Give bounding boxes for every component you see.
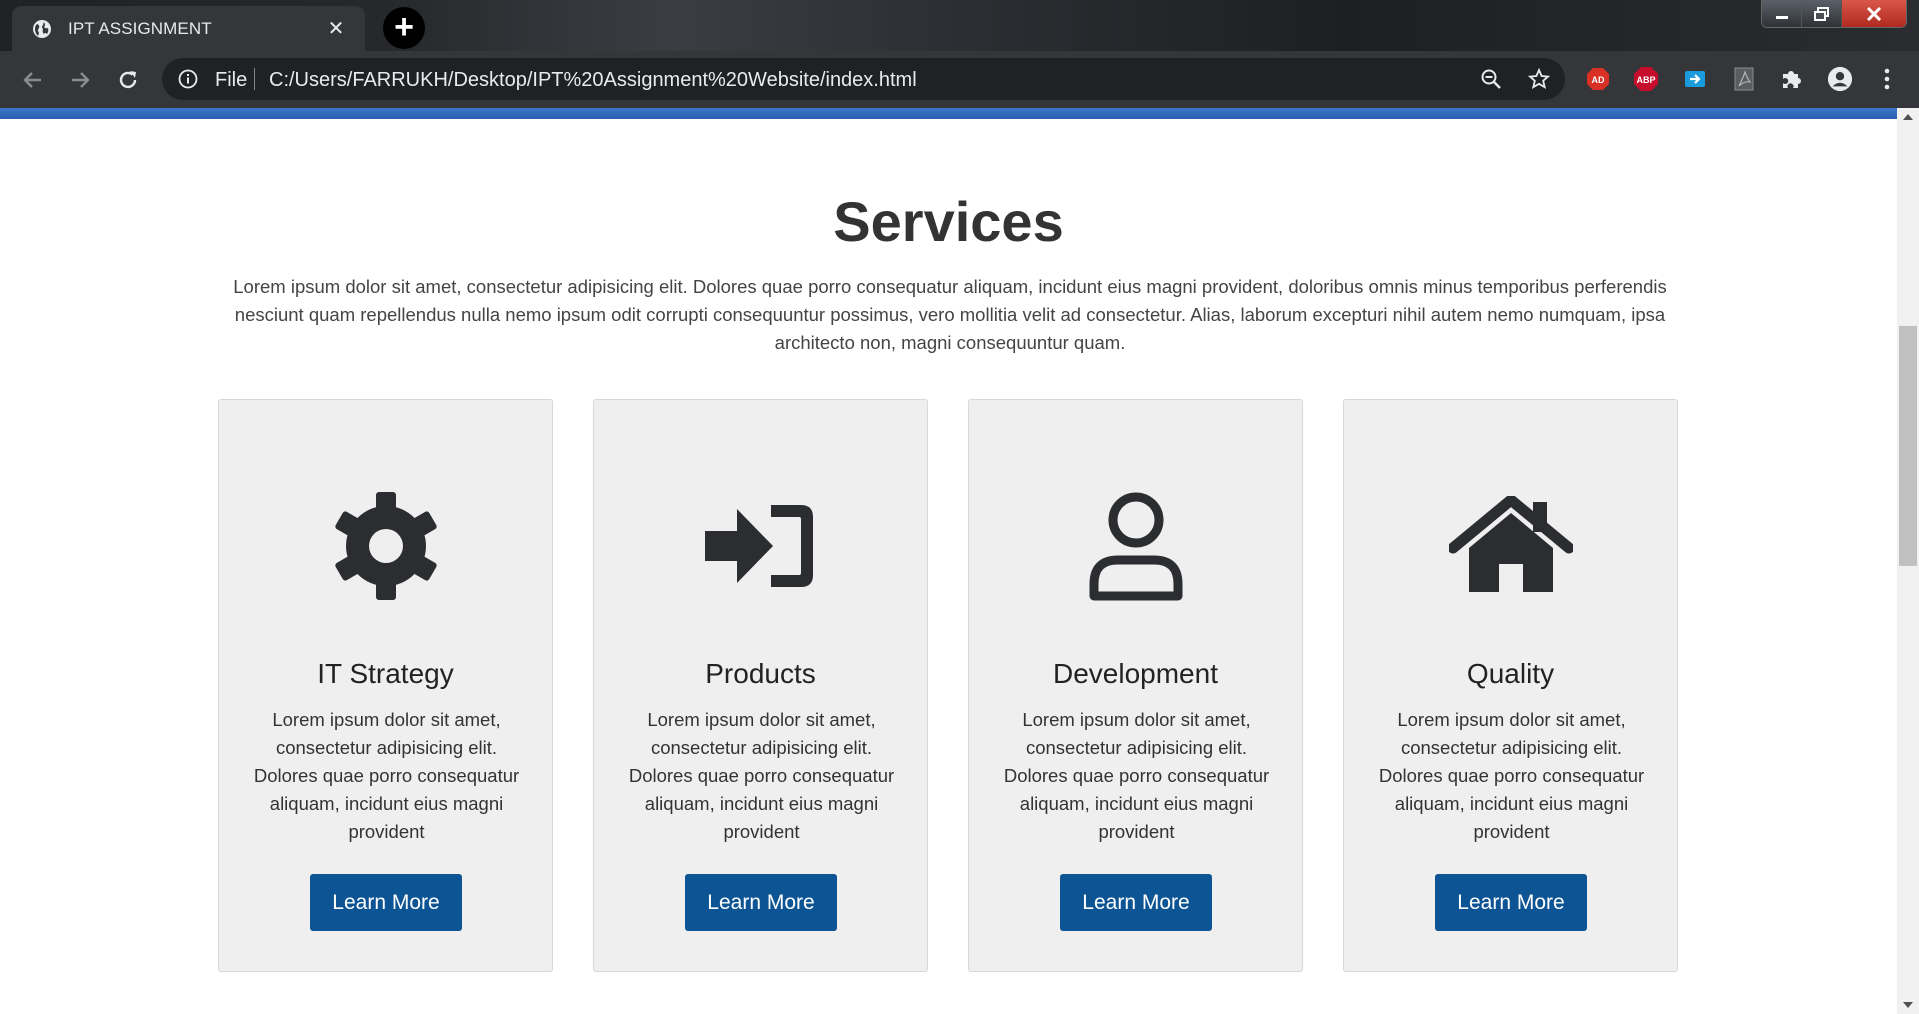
- globe-icon: [32, 19, 52, 39]
- learn-more-button[interactable]: Learn More: [1435, 874, 1587, 931]
- svg-text:AD: AD: [1592, 75, 1605, 85]
- vertical-scrollbar[interactable]: [1897, 108, 1919, 1014]
- sign-in-icon: [594, 490, 927, 602]
- service-card-it-strategy: IT Strategy Lorem ipsum dolor sit amet, …: [218, 399, 553, 972]
- url-text[interactable]: C:/Users/FARRUKH/Desktop/IPT%20Assignmen…: [269, 69, 917, 92]
- section-description: Lorem ipsum dolor sit amet, consectetur …: [233, 276, 1667, 353]
- scheme-label: File: [215, 69, 248, 91]
- forward-arrow-icon[interactable]: [65, 65, 95, 95]
- pdf-icon[interactable]: [1731, 66, 1757, 92]
- abp-icon[interactable]: ABP: [1633, 66, 1659, 92]
- scroll-down-arrow-icon[interactable]: [1903, 1002, 1913, 1008]
- info-icon[interactable]: [178, 69, 198, 94]
- close-window-button[interactable]: [1842, 0, 1906, 27]
- tab-title: IPT ASSIGNMENT: [68, 18, 212, 38]
- cast-icon[interactable]: [1682, 66, 1708, 92]
- card-text: Lorem ipsum dolor sit amet, consectetur …: [1378, 709, 1645, 842]
- puzzle-icon[interactable]: [1779, 66, 1805, 92]
- scrollbar-thumb[interactable]: [1899, 326, 1917, 566]
- window-controls: [1761, 0, 1907, 28]
- scroll-up-arrow-icon[interactable]: [1903, 114, 1913, 120]
- learn-more-button[interactable]: Learn More: [685, 874, 837, 931]
- gear-icon: [219, 490, 552, 602]
- back-arrow-icon[interactable]: [18, 65, 48, 95]
- abp-label: ABP: [1636, 75, 1655, 85]
- adblock-icon[interactable]: AD: [1585, 66, 1611, 92]
- tab-close-icon[interactable]: ✕: [323, 16, 349, 42]
- service-card-development: Development Lorem ipsum dolor sit amet, …: [968, 399, 1303, 972]
- profile-icon[interactable]: [1827, 66, 1853, 92]
- new-tab-button[interactable]: +: [383, 7, 425, 49]
- star-icon[interactable]: [1528, 68, 1550, 90]
- card-title: Products: [705, 658, 816, 689]
- card-text: Lorem ipsum dolor sit amet, consectetur …: [1003, 709, 1270, 842]
- browser-toolbar: File C:/Users/FARRUKH/Desktop/IPT%20Assi…: [0, 51, 1919, 108]
- card-text: Lorem ipsum dolor sit amet, consectetur …: [253, 709, 520, 842]
- restore-button[interactable]: [1802, 0, 1842, 27]
- card-title: IT Strategy: [317, 658, 454, 689]
- home-icon: [1344, 490, 1677, 602]
- service-card-quality: Quality Lorem ipsum dolor sit amet, cons…: [1343, 399, 1678, 972]
- card-title: Quality: [1466, 658, 1555, 689]
- learn-more-button[interactable]: Learn More: [1060, 874, 1212, 931]
- card-text: Lorem ipsum dolor sit amet, consectetur …: [628, 709, 895, 842]
- user-icon: [969, 490, 1302, 602]
- browser-tab[interactable]: IPT ASSIGNMENT ✕: [12, 6, 365, 51]
- learn-more-button[interactable]: Learn More: [310, 874, 462, 931]
- address-bar[interactable]: File C:/Users/FARRUKH/Desktop/IPT%20Assi…: [162, 58, 1565, 100]
- section-title: Services: [833, 190, 1064, 253]
- reload-icon[interactable]: [113, 65, 143, 95]
- service-cards: IT Strategy Lorem ipsum dolor sit amet, …: [218, 399, 1678, 972]
- service-card-products: Products Lorem ipsum dolor sit amet, con…: [593, 399, 928, 972]
- zoom-out-icon[interactable]: [1480, 68, 1502, 90]
- services-section: Services Lorem ipsum dolor sit amet, con…: [0, 119, 1897, 1014]
- omnibox-divider: [254, 68, 255, 90]
- card-title: Development: [1053, 658, 1218, 689]
- header-accent-strip: [0, 108, 1897, 119]
- minimize-button[interactable]: [1762, 0, 1802, 27]
- kebab-menu-icon[interactable]: [1874, 66, 1900, 92]
- browser-titlebar: IPT ASSIGNMENT ✕ +: [0, 0, 1919, 51]
